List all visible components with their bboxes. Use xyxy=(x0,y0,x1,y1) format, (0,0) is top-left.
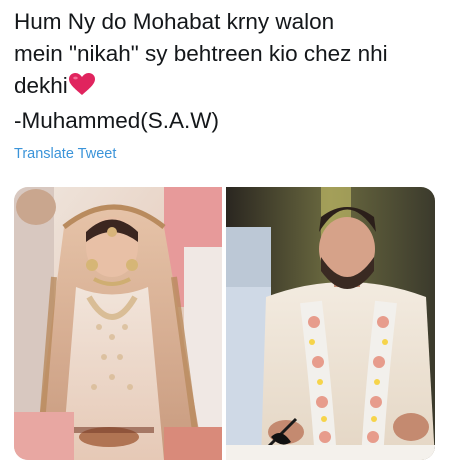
tweet-text: Hum Ny do Mohabat krny walon mein "nikah… xyxy=(14,6,444,137)
tweet-line-1: Hum Ny do Mohabat krny walon xyxy=(14,9,335,34)
tweet-line-4: -Muhammed(S.A.W) xyxy=(14,108,220,133)
tweet-line-3: dekhi xyxy=(14,73,68,98)
groom-photo[interactable] xyxy=(226,187,435,460)
tweet-media[interactable] xyxy=(14,187,435,460)
tweet-line-3-wrapper: dekhi xyxy=(14,70,444,105)
tweet-line-2: mein "nikah" sy behtreen kio chez nhi xyxy=(14,41,388,66)
translate-tweet-link[interactable]: Translate Tweet xyxy=(14,146,116,162)
bride-photo[interactable] xyxy=(14,187,222,460)
red-heart-icon xyxy=(68,73,95,105)
